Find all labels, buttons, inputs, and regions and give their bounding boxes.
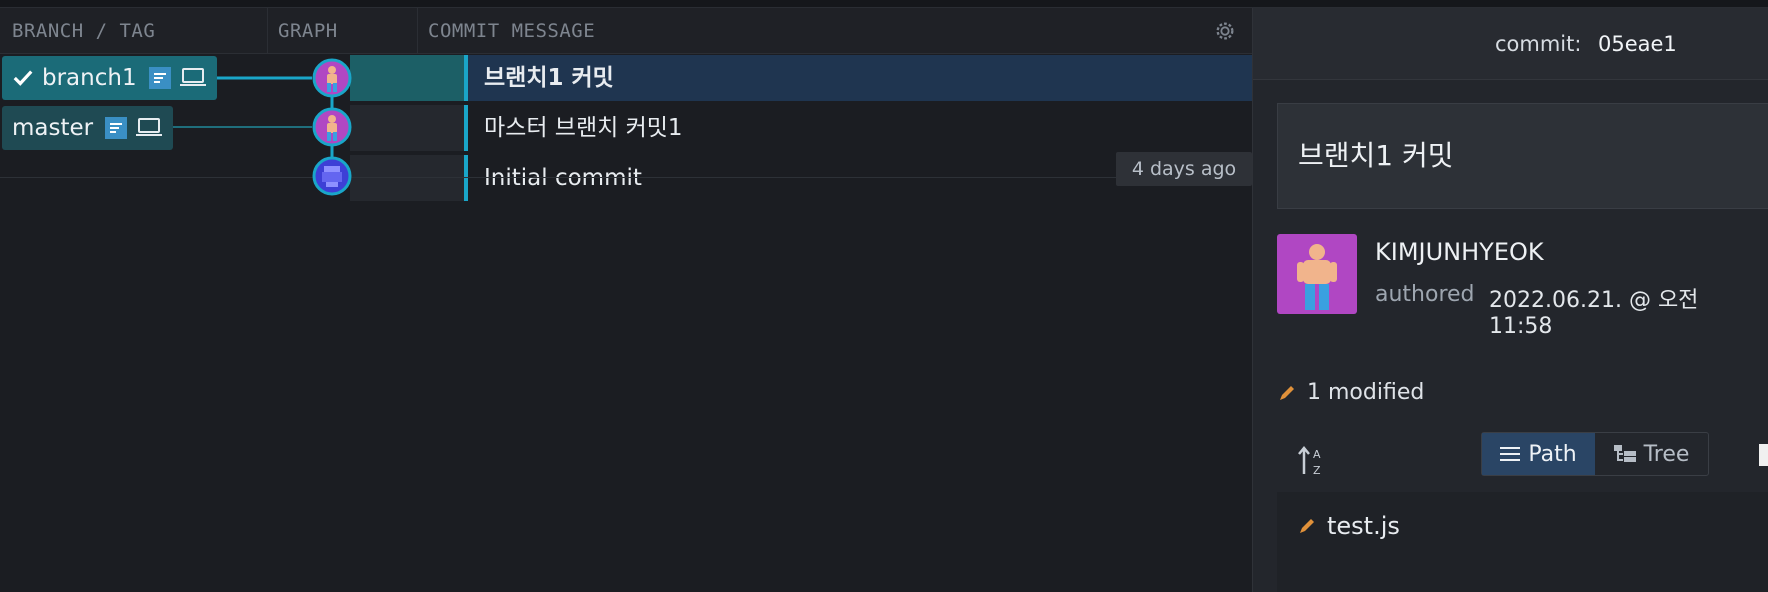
- commit-detail-pane: commit: 05eae1 브랜치1 커밋 KIMJUNHYEOK autho…: [1252, 8, 1768, 592]
- settings-icon[interactable]: [1214, 20, 1236, 42]
- check-icon: [13, 70, 33, 86]
- svg-text:A: A: [1313, 448, 1321, 461]
- author-name: KIMJUNHYEOK: [1375, 238, 1544, 266]
- commit-label: commit:: [1495, 32, 1582, 56]
- avatar-icon: [1297, 244, 1337, 310]
- pencil-icon: [1280, 385, 1294, 400]
- laptop-icon: [179, 68, 206, 86]
- author-avatar: [1277, 234, 1357, 314]
- sort-az-icon[interactable]: A Z: [1297, 444, 1329, 478]
- commit-message: 마스터 브랜치 커밋1: [484, 115, 683, 141]
- file-name: test.js: [1327, 512, 1400, 540]
- avatar-icon[interactable]: [312, 58, 352, 98]
- authored-label: authored: [1375, 282, 1475, 307]
- view-toggle: Path Tree: [1481, 432, 1709, 476]
- tree-view-button[interactable]: Tree: [1595, 433, 1708, 475]
- tree-icon: [1613, 445, 1636, 462]
- commit-message: 브랜치1 커밋: [484, 65, 614, 91]
- list-icon: [1500, 447, 1521, 461]
- option-checkbox[interactable]: [1759, 444, 1768, 466]
- svg-text:Z: Z: [1313, 464, 1321, 477]
- branch-remote-icon: [148, 67, 171, 89]
- avatar-icon[interactable]: [312, 156, 352, 196]
- modified-summary: 1 modified: [1277, 380, 1424, 405]
- branch-remote-icon: [105, 117, 128, 139]
- authored-date: 2022.06.21. @ 오전 11:58: [1489, 288, 1699, 339]
- commit-summary[interactable]: 브랜치1 커밋: [1277, 103, 1768, 209]
- commit-sha[interactable]: 05eae1: [1598, 8, 1677, 80]
- file-list: test.js: [1277, 492, 1768, 592]
- date-tooltip: 4 days ago: [1116, 152, 1252, 186]
- file-item[interactable]: test.js: [1297, 512, 1400, 540]
- commit-header: commit: 05eae1: [1253, 8, 1768, 80]
- laptop-icon: [136, 118, 163, 136]
- top-strip: [0, 0, 1768, 8]
- pencil-icon: [1300, 519, 1314, 533]
- avatar-icon[interactable]: [312, 107, 352, 147]
- branch-label-branch1[interactable]: branch1: [2, 56, 217, 100]
- branch-name: branch1: [42, 65, 137, 91]
- branch-name: master: [12, 115, 94, 141]
- modified-text: 1 modified: [1307, 380, 1425, 405]
- commit-message: Initial commit: [484, 165, 642, 191]
- commit-graph-pane: BRANCH / TAG GRAPH COMMIT MESSAGE 브랜치1 커…: [0, 8, 1252, 592]
- path-view-button[interactable]: Path: [1482, 433, 1595, 475]
- branch-label-master[interactable]: master: [2, 106, 174, 150]
